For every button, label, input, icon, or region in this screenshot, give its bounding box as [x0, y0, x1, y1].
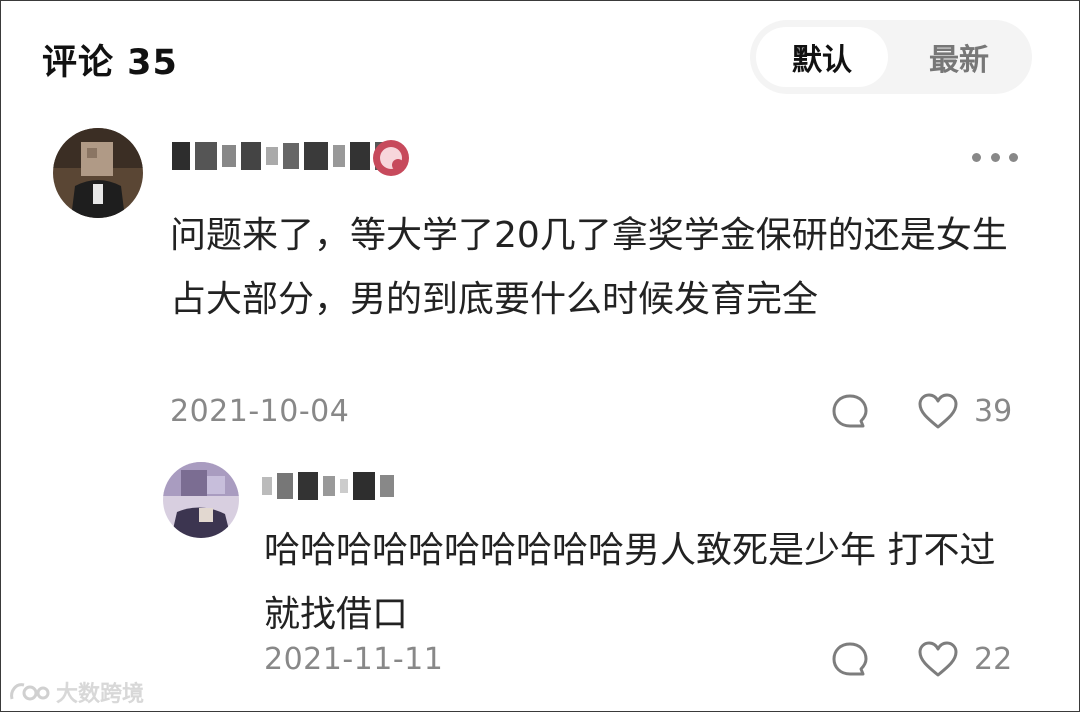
speech-bubble-icon[interactable] — [830, 392, 870, 432]
reply-timestamp: 2021-11-11 — [264, 642, 444, 677]
level-badge-icon — [373, 140, 409, 176]
speech-bubble-icon[interactable] — [830, 640, 870, 680]
commenter-avatar[interactable] — [53, 128, 143, 218]
sort-default-button[interactable]: 默认 — [756, 27, 888, 87]
sort-toggle: 默认 最新 — [750, 20, 1032, 94]
watermark: 大数跨境 — [8, 676, 144, 708]
watermark-text: 大数跨境 — [56, 682, 145, 707]
watermark-logo-icon — [10, 683, 50, 701]
reply-text: 哈哈哈哈哈哈哈哈哈哈男人致死是少年 打不过就找借口 — [264, 530, 996, 635]
comments-header-title: 评论 35 — [42, 43, 178, 83]
comment-timestamp: 2021-10-04 — [170, 394, 350, 429]
like-count: 39 — [974, 394, 1013, 429]
replier-name-redacted[interactable] — [262, 472, 394, 500]
more-dots-icon[interactable] — [972, 150, 1018, 164]
reply-like-count: 22 — [974, 642, 1013, 677]
heart-icon[interactable] — [917, 640, 959, 678]
heart-icon[interactable] — [917, 392, 959, 430]
sort-latest-button[interactable]: 最新 — [892, 27, 1026, 87]
replier-avatar[interactable] — [163, 462, 239, 538]
comment-text: 问题来了，等大学了20几了拿奖学金保研的还是女生占大部分，男的到底要什么时候发育… — [170, 215, 1008, 320]
commenter-name-redacted[interactable] — [172, 142, 397, 170]
